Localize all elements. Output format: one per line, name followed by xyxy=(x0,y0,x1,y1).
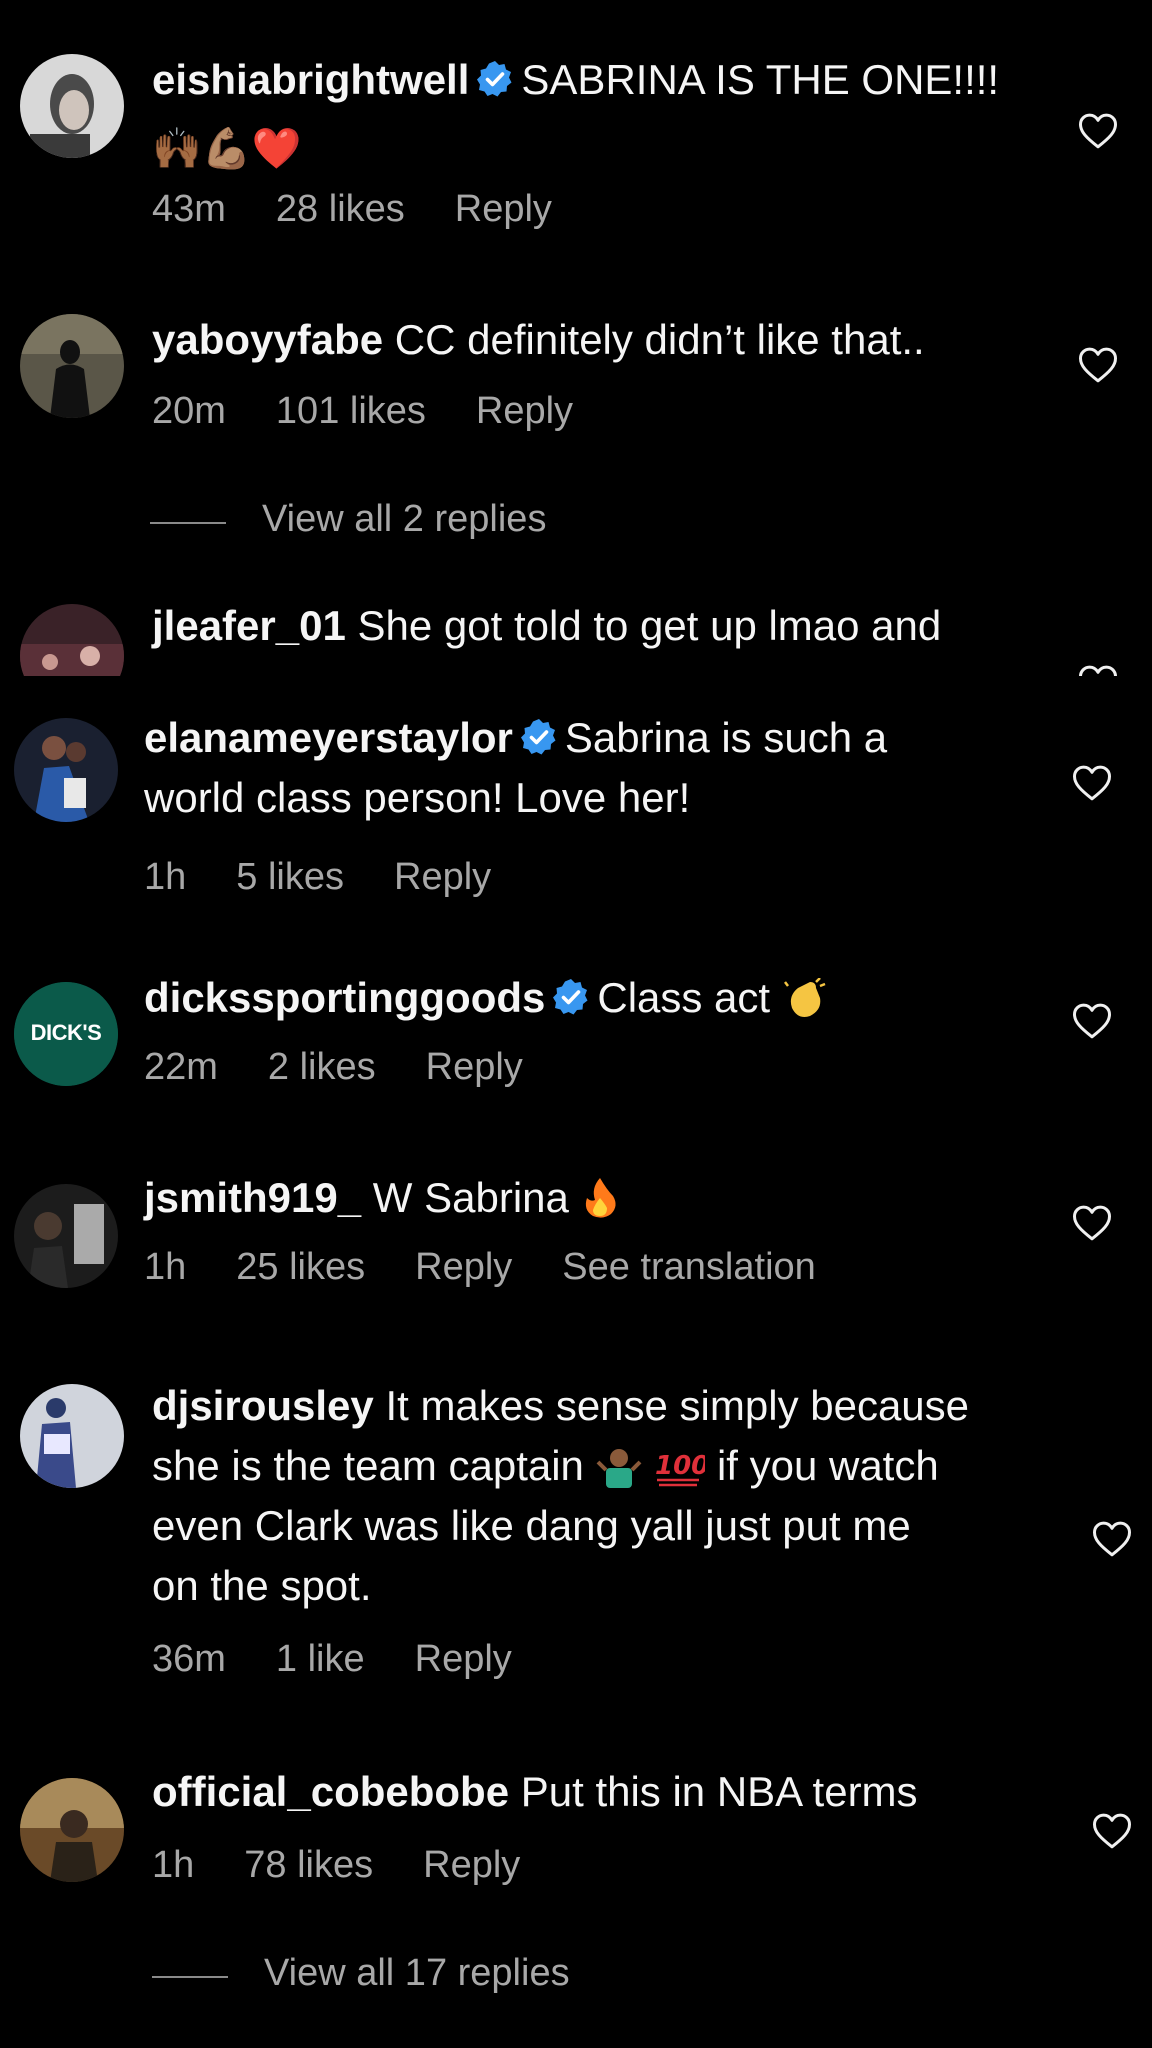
reply-button[interactable]: Reply xyxy=(423,1844,520,1886)
comment-yaboyyfabe: yaboyyfabe CC definitely didn’t like tha… xyxy=(0,300,1152,560)
timestamp: 1h xyxy=(144,1246,187,1288)
reply-button[interactable]: Reply xyxy=(415,1638,512,1680)
timestamp: 1h xyxy=(152,1844,195,1886)
comment-meta: 1h 25 likes Reply See translation xyxy=(144,1246,866,1289)
like-count[interactable]: 2 likes xyxy=(268,1046,376,1088)
username[interactable]: dickssportinggoods xyxy=(144,974,545,1021)
username[interactable]: official_cobebobe xyxy=(152,1768,509,1815)
comment-body: It makes sense simply because xyxy=(385,1382,970,1429)
verified-badge-icon xyxy=(551,977,591,1017)
comment-meta: 43m 28 likes Reply xyxy=(152,188,602,231)
timestamp: 43m xyxy=(152,188,226,230)
comment-meta: 1h 78 likes Reply xyxy=(152,1844,570,1887)
comment-meta: 1h 5 likes Reply xyxy=(144,856,541,899)
comment-body-line2-end: if you watch xyxy=(716,1442,939,1489)
see-translation-link[interactable]: See translation xyxy=(562,1246,816,1288)
verified-badge-icon xyxy=(475,59,515,99)
comment-eishiabrightwell: eishiabrightwell SABRINA IS THE ONE!!!! 🙌… xyxy=(0,0,1152,260)
heart-outline-icon[interactable] xyxy=(1078,346,1118,384)
divider-line xyxy=(150,522,226,524)
like-count[interactable]: 28 likes xyxy=(276,188,405,230)
comment-official-cobebobe: official_cobebobe Put this in NBA terms … xyxy=(0,1762,1152,2048)
avatar-logo-text: DICK'S xyxy=(30,1020,102,1045)
timestamp: 36m xyxy=(152,1638,226,1680)
comment-text: dickssportinggoods Class act xyxy=(144,968,1044,1028)
avatar[interactable] xyxy=(20,604,124,676)
comment-text: djsirousley It makes sense simply becaus… xyxy=(152,1376,1052,1616)
avatar[interactable]: DICK'S xyxy=(14,982,118,1086)
hundred-points-icon: 100 xyxy=(655,1451,705,1487)
heart-outline-icon[interactable] xyxy=(1092,1520,1132,1558)
clapping-hands-icon xyxy=(783,978,826,1017)
comment-meta: 20m 101 likes Reply xyxy=(152,390,623,433)
username[interactable]: jleafer_01 xyxy=(152,602,346,649)
person-shrugging-icon xyxy=(596,1449,642,1488)
divider-line xyxy=(152,1976,228,1978)
comment-meta: 22m 2 likes Reply xyxy=(144,1046,573,1089)
like-count[interactable]: 101 likes xyxy=(276,390,426,432)
comment-text: elanameyerstaylor Sabrina is such a world… xyxy=(144,708,1044,828)
comment-text: eishiabrightwell SABRINA IS THE ONE!!!! 🙌… xyxy=(152,50,1042,179)
comment-djsirousley: djsirousley It makes sense simply becaus… xyxy=(0,1376,1152,1746)
heart-outline-icon[interactable] xyxy=(1072,764,1112,802)
comment-body: CC definitely didn’t like that.. xyxy=(394,316,925,363)
reply-button[interactable]: Reply xyxy=(455,188,552,230)
like-count[interactable]: 1 like xyxy=(276,1638,365,1680)
like-count[interactable]: 25 likes xyxy=(236,1246,365,1288)
timestamp: 20m xyxy=(152,390,226,432)
comment-body: SABRINA IS THE ONE!!!! xyxy=(521,56,1000,103)
avatar[interactable] xyxy=(20,314,124,418)
username[interactable]: eishiabrightwell xyxy=(152,56,469,103)
svg-text:100: 100 xyxy=(655,1451,705,1481)
reply-button[interactable]: Reply xyxy=(394,856,491,898)
comment-body: Class act xyxy=(597,974,771,1021)
comment-body: Put this in NBA terms xyxy=(520,1768,918,1815)
comment-text: jleafer_01 She got told to get up lmao a… xyxy=(152,596,1042,656)
comment-jleafer-01: jleafer_01 She got told to get up lmao a… xyxy=(0,596,1152,676)
username[interactable]: jsmith919_ xyxy=(144,1174,361,1221)
comment-body-line2: world class person! Love her! xyxy=(144,774,691,821)
avatar[interactable] xyxy=(20,1778,124,1882)
heart-outline-icon[interactable] xyxy=(1078,112,1118,150)
comment-body: Sabrina is such a xyxy=(564,714,888,761)
reply-button[interactable]: Reply xyxy=(426,1046,523,1088)
comment-body: W Sabrina xyxy=(372,1174,569,1221)
comment-dickssportinggoods: DICK'S dickssportinggoods Class act 22m 2 … xyxy=(0,966,1152,1136)
comment-body-line4: on the spot. xyxy=(152,1562,372,1609)
comment-text: jsmith919_ W Sabrina xyxy=(144,1168,1044,1228)
username[interactable]: elanameyerstaylor xyxy=(144,714,513,761)
timestamp: 22m xyxy=(144,1046,218,1088)
comment-meta: 36m 1 like Reply xyxy=(152,1638,562,1681)
fire-icon xyxy=(585,1178,616,1218)
avatar[interactable] xyxy=(14,1184,118,1288)
like-count[interactable]: 78 likes xyxy=(244,1844,373,1886)
comment-body-line2: she is the team captain xyxy=(152,1442,584,1489)
avatar[interactable] xyxy=(20,54,124,158)
verified-badge-icon xyxy=(519,717,559,757)
view-replies-link[interactable]: View all 2 replies xyxy=(262,498,546,541)
username[interactable]: yaboyyfabe xyxy=(152,316,383,363)
comment-jsmith919: jsmith919_ W Sabrina 1h 25 likes Reply See … xyxy=(0,1168,1152,1338)
timestamp: 1h xyxy=(144,856,187,898)
view-replies-link[interactable]: View all 17 replies xyxy=(264,1952,570,1995)
reply-button[interactable]: Reply xyxy=(415,1246,512,1288)
heart-outline-icon[interactable] xyxy=(1072,1204,1112,1242)
comment-elanameyerstaylor: elanameyerstaylor Sabrina is such a world… xyxy=(0,706,1152,936)
heart-outline-icon[interactable] xyxy=(1092,1812,1132,1850)
reply-button[interactable]: Reply xyxy=(476,390,573,432)
comment-text: official_cobebobe Put this in NBA terms xyxy=(152,1762,1052,1822)
username[interactable]: djsirousley xyxy=(152,1382,374,1429)
heart-outline-icon[interactable] xyxy=(1078,664,1118,676)
comment-body: She got told to get up lmao and xyxy=(357,602,942,649)
emoji-line: 🙌🏾💪🏽❤️ xyxy=(152,126,302,172)
avatar[interactable] xyxy=(20,1384,124,1488)
avatar[interactable] xyxy=(14,718,118,822)
comment-body-line3: even Clark was like dang yall just put m… xyxy=(152,1502,911,1549)
comments-panel-bottom: elanameyerstaylor Sabrina is such a world… xyxy=(0,676,1152,2048)
comment-text: yaboyyfabe CC definitely didn’t like tha… xyxy=(152,310,1042,370)
comments-panel-top: eishiabrightwell SABRINA IS THE ONE!!!! 🙌… xyxy=(0,0,1152,676)
like-count[interactable]: 5 likes xyxy=(236,856,344,898)
heart-outline-icon[interactable] xyxy=(1072,1002,1112,1040)
